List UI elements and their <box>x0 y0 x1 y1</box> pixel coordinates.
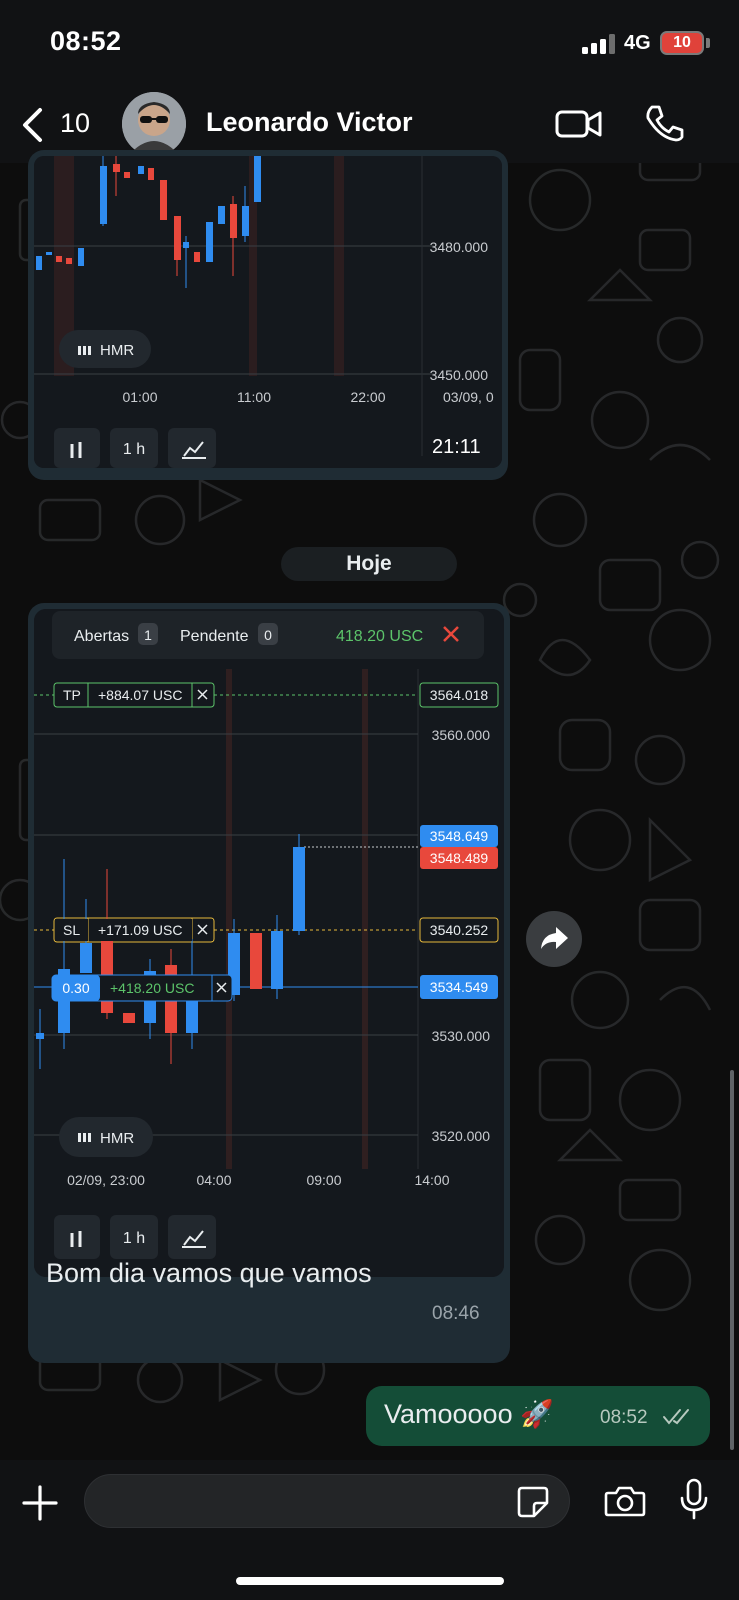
position-lot: 0.30 <box>62 980 89 996</box>
trading-screenshot[interactable]: Abertas 1 Pendente 0 418.20 USC TP +884.… <box>34 609 504 1277</box>
forward-button[interactable] <box>526 911 582 967</box>
chart2-svg: Abertas 1 Pendente 0 418.20 USC TP +884.… <box>34 609 504 1277</box>
chart2-time-label: 09:00 <box>306 1172 341 1188</box>
chart2-indicators-button <box>168 1215 216 1259</box>
chart1-time-label: 01:00 <box>122 389 157 405</box>
chart1-price-label: 3450.000 <box>430 367 489 383</box>
forward-arrow-icon <box>541 927 568 949</box>
microphone-icon[interactable] <box>679 1478 709 1522</box>
positions-total: 418.20 USC <box>336 628 423 645</box>
battery-tip <box>706 38 710 48</box>
tab-open-count: 1 <box>144 627 152 643</box>
tp-price: 3564.018 <box>430 687 489 703</box>
tab-pending-label: Pendente <box>180 628 249 645</box>
battery-level: 10 <box>673 34 691 51</box>
camera-icon[interactable] <box>604 1484 646 1518</box>
unread-count[interactable]: 10 <box>60 108 90 139</box>
network-type: 4G <box>624 32 651 54</box>
chart2-price-label: 3560.000 <box>432 727 491 743</box>
chart2-indicator-label: HMR <box>100 1130 134 1147</box>
chart2-time-label: 04:00 <box>196 1172 231 1188</box>
chart1-indicator-label: HMR <box>100 342 134 359</box>
sl-price: 3540.252 <box>430 922 489 938</box>
chart-screenshot[interactable]: 3480.000 3450.000 01:00 11:00 22:00 03/0… <box>34 156 502 468</box>
ask-price: 3548.489 <box>430 850 489 866</box>
position-price: 3534.549 <box>430 979 489 995</box>
chart2-candle-type-button <box>54 1215 100 1259</box>
bid-price: 3548.649 <box>430 828 489 844</box>
chart1-price-label: 3480.000 <box>430 239 489 255</box>
chart1-interval-label: 1 h <box>123 441 145 458</box>
sl-value: +171.09 USC <box>98 922 182 938</box>
home-indicator <box>236 1577 504 1585</box>
back-chevron-icon[interactable] <box>20 106 46 144</box>
chart2-price-label: 3520.000 <box>432 1128 491 1144</box>
sl-label: SL <box>63 922 80 938</box>
chart1-time-label: 03/09, 0 <box>443 389 494 405</box>
position-value: +418.20 USC <box>110 980 194 996</box>
chart1-svg: 3480.000 3450.000 01:00 11:00 22:00 03/0… <box>34 156 502 468</box>
scrollbar[interactable] <box>730 1070 734 1450</box>
tp-label: TP <box>63 687 81 703</box>
avatar-image <box>122 92 186 156</box>
double-check-icon <box>663 1409 689 1425</box>
status-bar: 08:52 4G 10 <box>0 0 739 88</box>
tp-value: +884.07 USC <box>98 687 182 703</box>
message-text: Bom dia vamos que vamos <box>46 1258 372 1288</box>
avatar[interactable] <box>122 92 186 156</box>
message-image-caption-bubble[interactable]: Abertas 1 Pendente 0 418.20 USC TP +884.… <box>28 603 510 1363</box>
video-call-icon[interactable] <box>555 106 603 142</box>
phone-call-icon[interactable] <box>644 103 684 143</box>
image-timestamp: 21:11 <box>432 436 481 458</box>
chart2-interval-label: 1 h <box>123 1230 145 1247</box>
outgoing-message-time: 08:52 <box>600 1407 648 1428</box>
tab-pending-count: 0 <box>264 627 272 643</box>
sticker-icon[interactable] <box>516 1485 550 1519</box>
message-outgoing-bubble[interactable]: Vamooooo 🚀 08:52 <box>366 1386 710 1446</box>
message-input[interactable] <box>84 1474 570 1528</box>
status-time: 08:52 <box>50 26 122 56</box>
date-separator: Hoje <box>281 547 457 581</box>
plus-icon[interactable] <box>22 1485 58 1521</box>
signal-icon <box>582 34 615 54</box>
tab-open-label: Abertas <box>74 628 129 645</box>
outgoing-message-text: Vamooooo 🚀 <box>384 1399 554 1429</box>
composer-bar <box>0 1460 739 1600</box>
chart2-price-label: 3530.000 <box>432 1028 491 1044</box>
chart1-candle-type-button <box>54 428 100 468</box>
chart2-time-label: 02/09, 23:00 <box>67 1172 145 1188</box>
chart1-time-label: 11:00 <box>237 389 271 405</box>
message-time: 08:46 <box>432 1303 480 1324</box>
contact-name[interactable]: Leonardo Victor <box>206 107 413 138</box>
chart1-indicators-button <box>168 428 216 468</box>
chart1-time-label: 22:00 <box>350 389 385 405</box>
chart2-time-label: 14:00 <box>414 1172 449 1188</box>
message-image-bubble[interactable]: 3480.000 3450.000 01:00 11:00 22:00 03/0… <box>28 150 508 480</box>
battery-icon: 10 <box>660 31 704 55</box>
